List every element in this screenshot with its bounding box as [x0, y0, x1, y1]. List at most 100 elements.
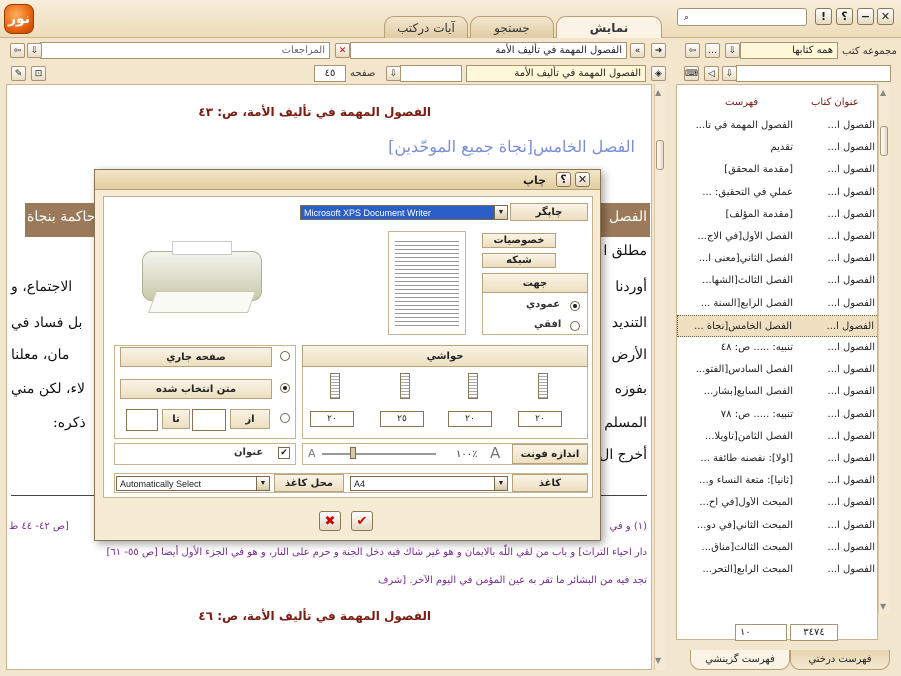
collection-select[interactable]: همه كتابها [740, 42, 838, 59]
document-scroll-thumb[interactable] [656, 140, 664, 170]
footnote-line-3: تجد فيه من البشائر ما تقر به عين المؤمن … [378, 575, 647, 586]
toc-row[interactable]: الفصول ا... [مقدمة المحقق] [677, 159, 877, 181]
toc-row-book: الفصول ا... [827, 564, 875, 575]
toc-row-book: الفصول ا... [827, 342, 875, 353]
down-arrow-icon[interactable]: ⇩ [722, 66, 737, 81]
dialog-help-icon[interactable]: ؟ [556, 172, 571, 187]
document-scrollbar[interactable] [654, 84, 666, 670]
toc-col-book[interactable]: عنوان كتاب [811, 97, 859, 108]
toc-row[interactable]: الفصول ا... المبحث الرابع[التحر... [677, 559, 877, 581]
scroll-up-icon[interactable]: ▲ [655, 88, 661, 97]
close-button[interactable]: ✕ [877, 8, 894, 25]
down-arrow-icon[interactable]: ⇩ [386, 66, 401, 81]
font-size-slider-track[interactable] [322, 453, 436, 455]
down-arrow-icon[interactable]: ⇩ [27, 43, 42, 58]
dialog-close-icon[interactable]: ✕ [575, 172, 590, 187]
toc-row[interactable]: الفصول ا... المبحث الثاني[في دو... [677, 515, 877, 537]
down-arrow-icon[interactable]: ⇩ [725, 43, 740, 58]
minimize-button[interactable]: − [857, 8, 874, 25]
chevron-down-icon[interactable]: ▼ [494, 206, 507, 219]
toc-row[interactable]: الفصول ا... الفصل السابع[بشار... [677, 381, 877, 403]
toc-scroll-down-icon[interactable]: ▼ [880, 602, 886, 611]
current-page-radio[interactable] [280, 351, 290, 361]
toc-row[interactable]: الفصول ا... المبحث الثالث[مناق... [677, 537, 877, 559]
toc-row[interactable]: الفصول ا... تنبيه: ..... ص: ٧٨ [677, 404, 877, 426]
tab-verses[interactable]: آیات درکتب [384, 16, 468, 38]
toc-scrollbar[interactable] [878, 84, 890, 614]
book-title-field-2[interactable]: الفصول المهمة في تأليف الأمة [466, 65, 646, 82]
back-arrow-icon[interactable]: ⇦ [10, 43, 25, 58]
page-number-input[interactable]: ٤٥ [314, 65, 346, 82]
text-line-4-left: لاء، لكن مني [11, 381, 86, 397]
toc-row-title: المبحث الثاني[في دو... [696, 519, 793, 531]
margin-bottom-input[interactable]: ٢٥ [380, 411, 424, 427]
close-book-icon[interactable]: ✕ [335, 43, 350, 58]
toc-row[interactable]: الفصول ا... المبحث الأول[في أح... [677, 492, 877, 514]
search-icon[interactable]: ⌕ [679, 10, 694, 25]
toc-row[interactable]: الفصول ا... عملي في التحقيق: ... [677, 182, 877, 204]
about-button[interactable]: ! [815, 8, 832, 25]
help-button[interactable]: ؟ [836, 8, 853, 25]
more-icon[interactable]: … [705, 43, 720, 58]
reference-field[interactable]: المراجعات [40, 42, 330, 59]
network-button[interactable]: شبكه [482, 253, 556, 268]
tab-view[interactable]: نمایش [556, 16, 662, 39]
paper-size-select[interactable]: A4 ▼ [350, 476, 508, 491]
to-input[interactable] [126, 409, 158, 431]
global-search-input[interactable] [677, 8, 807, 26]
double-chevron-icon[interactable]: « [630, 43, 645, 58]
text-line-2-left: بل فساد في [11, 315, 83, 331]
tag-icon[interactable]: ◈ [651, 66, 666, 81]
left-arrow-icon[interactable]: ◁ [704, 66, 719, 81]
toc-panel: عنوان كتاب فهرست الفصول ا... الفصول المهم… [676, 84, 878, 640]
toc-row[interactable]: الفصول ا... الفصل الثاني[معنى ا... [677, 248, 877, 270]
toc-row[interactable]: الفصول ا... [أولا]: نفصنه طائفة ... [677, 448, 877, 470]
toc-row[interactable]: الفصول ا... تنبيه: ..... ص: ٤٨ [677, 337, 877, 359]
landscape-radio[interactable] [570, 321, 580, 331]
toc-row[interactable]: الفصول ا... الفصل السادس[الفتو... [677, 359, 877, 381]
title-checkbox[interactable]: ✔ [278, 447, 290, 459]
page-range-radio[interactable] [280, 413, 290, 423]
tools-icon[interactable]: ✎ [11, 66, 26, 81]
toc-row[interactable]: الفصول ا... [ثانيا]: متعة النساء و... [677, 470, 877, 492]
toc-row-book: الفصول ا... [827, 364, 875, 376]
from-input[interactable] [192, 409, 226, 431]
scroll-down-icon[interactable]: ▼ [655, 656, 661, 665]
toc-row[interactable]: الفصول ا... الفصول المهمة في تأ... [677, 115, 877, 137]
tab-search[interactable]: جستجو [470, 16, 554, 38]
properties-button[interactable]: خصوصيات [482, 233, 556, 248]
toc-col-index[interactable]: فهرست [725, 97, 758, 108]
ok-button[interactable]: ✔ [351, 511, 373, 531]
printer-select[interactable]: Microsoft XPS Document Writer ▼ [300, 205, 508, 220]
toc-row-title: الفصل الثالث[الشها... [702, 275, 793, 287]
section-field[interactable] [400, 65, 462, 82]
toc-search-input[interactable] [736, 65, 891, 82]
toc-scroll-thumb[interactable] [880, 126, 888, 156]
font-size-slider-thumb[interactable] [350, 447, 356, 459]
export-icon[interactable]: ⊡ [31, 66, 46, 81]
toc-row[interactable]: الفصول ا... الفصل الرابع[السنة ... [677, 293, 877, 315]
tab-tree-index[interactable]: فهرست درختي [790, 650, 890, 670]
margin-left-input[interactable]: ٢٠ [310, 411, 354, 427]
margin-top-input[interactable]: ٢٠ [448, 411, 492, 427]
text-line-1-left: الاجتماع، و [11, 279, 73, 295]
cancel-button[interactable]: ✖ [319, 511, 341, 531]
book-title-field[interactable]: الفصول المهمة في تأليف الأمة [350, 42, 627, 59]
selected-text-radio[interactable] [280, 383, 290, 393]
toc-row[interactable]: الفصول ا... [مقدمة المؤلف] [677, 204, 877, 226]
keyboard-icon[interactable]: ⌨ [684, 66, 699, 81]
toc-row[interactable]: الفصول ا... الفصل الثامن[تأويلا... [677, 426, 877, 448]
tab-selective-index[interactable]: فهرست گزينشي [690, 650, 790, 670]
toc-scroll-up-icon[interactable]: ▲ [880, 88, 886, 97]
margin-right-input[interactable]: ٢٠ [518, 411, 562, 427]
toc-row[interactable]: الفصول ا... تقديم [677, 137, 877, 159]
toc-row[interactable]: الفصول ا... الفصل الخامس[نجاة ... [677, 314, 877, 337]
chevron-down-icon[interactable]: ▼ [494, 477, 507, 490]
forward-arrow-icon[interactable]: ➜ [651, 43, 666, 58]
back-arrow-icon[interactable]: ⇦ [685, 43, 700, 58]
portrait-radio[interactable] [570, 301, 580, 311]
chevron-down-icon[interactable]: ▼ [256, 477, 269, 490]
toc-row[interactable]: الفصول ا... الفصل الثالث[الشها... [677, 270, 877, 292]
toc-row[interactable]: الفصول ا... الفصل الأول[في الاج... [677, 226, 877, 248]
paper-source-select[interactable]: Automatically Select ▼ [116, 476, 270, 491]
